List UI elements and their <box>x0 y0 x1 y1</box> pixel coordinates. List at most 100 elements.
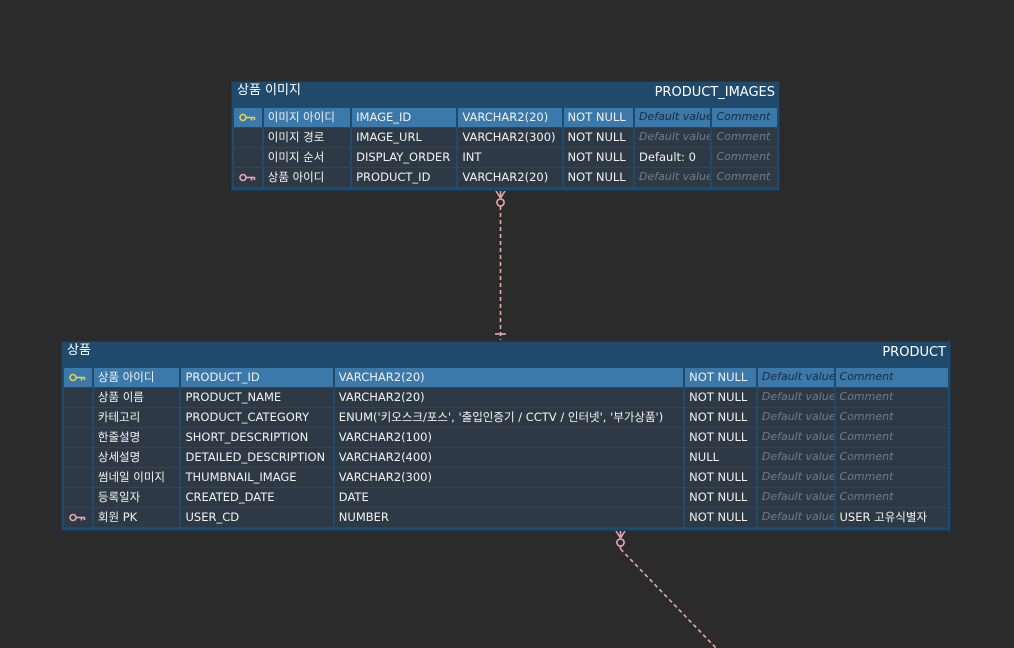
nullable-cell[interactable]: NOT NULL <box>563 108 634 127</box>
physical-name-cell[interactable]: USER_CD <box>181 508 333 527</box>
nullable-cell[interactable]: NOT NULL <box>685 468 756 487</box>
default-value-cell[interactable]: Default value <box>757 508 834 527</box>
column-row[interactable]: 상품 아이디 PRODUCT_ID VARCHAR2(20) NOT NULL Defa… <box>64 368 948 388</box>
default-value-cell[interactable]: Default: 0 <box>635 148 711 167</box>
data-type-cell[interactable]: VARCHAR2(20) <box>334 368 684 387</box>
physical-name-cell[interactable]: SHORT_DESCRIPTION <box>181 428 333 447</box>
physical-name-cell[interactable]: IMAGE_URL <box>352 128 457 147</box>
data-type-cell[interactable]: VARCHAR2(100) <box>334 428 684 447</box>
key-cell[interactable] <box>64 428 92 447</box>
comment-cell[interactable]: USER 고유식별자 <box>835 508 948 527</box>
default-value-cell[interactable]: Default value <box>757 448 834 467</box>
logical-name-cell[interactable]: 이미지 아이디 <box>263 108 351 127</box>
comment-cell[interactable]: Comment <box>712 108 777 127</box>
key-cell[interactable] <box>234 108 262 127</box>
column-row[interactable]: 상품 아이디 PRODUCT_ID VARCHAR2(20) NOT NULL Defa… <box>234 168 777 188</box>
data-type-cell[interactable]: NUMBER <box>334 508 684 527</box>
data-type-cell[interactable]: VARCHAR2(400) <box>334 448 684 467</box>
logical-name-cell[interactable]: 상품 아이디 <box>93 368 180 387</box>
comment-cell[interactable]: Comment <box>712 168 777 187</box>
entity-header[interactable]: 상품 PRODUCT <box>62 342 950 368</box>
comment-cell[interactable]: Comment <box>835 448 948 467</box>
column-row[interactable]: 이미지 순서 DISPLAY_ORDER INT NOT NULL Default: 0… <box>234 148 777 168</box>
nullable-cell[interactable]: NOT NULL <box>563 168 634 187</box>
key-cell[interactable] <box>234 128 262 147</box>
logical-name-cell[interactable]: 등록일자 <box>93 488 180 507</box>
entity-product[interactable]: 상품 PRODUCT 상품 아이디 PRODUCT_ID VARCHAR2(20) N… <box>61 341 951 531</box>
entity-product-images[interactable]: 상품 이미지 PRODUCT_IMAGES 이미지 아이디 IMAGE_ID VAR… <box>231 81 780 191</box>
column-row[interactable]: 상품 이름 PRODUCT_NAME VARCHAR2(20) NOT NULL Def… <box>64 388 948 408</box>
default-value-cell[interactable]: Default value <box>757 408 834 427</box>
data-type-cell[interactable]: DATE <box>334 488 684 507</box>
default-value-cell[interactable]: Default value <box>757 468 834 487</box>
default-value-cell[interactable]: Default value <box>757 428 834 447</box>
key-cell[interactable] <box>234 168 262 187</box>
default-value-cell[interactable]: Default value <box>757 488 834 507</box>
column-row[interactable]: 이미지 아이디 IMAGE_ID VARCHAR2(20) NOT NULL Defau… <box>234 108 777 128</box>
default-value-cell[interactable]: Default value <box>757 368 834 387</box>
comment-cell[interactable]: Comment <box>835 388 948 407</box>
key-cell[interactable] <box>64 468 92 487</box>
nullable-cell[interactable]: NOT NULL <box>563 148 634 167</box>
column-row[interactable]: 등록일자 CREATED_DATE DATE NOT NULL Default valu… <box>64 488 948 508</box>
nullable-cell[interactable]: NOT NULL <box>685 488 756 507</box>
default-value-cell[interactable]: Default value <box>757 388 834 407</box>
physical-name-cell[interactable]: DETAILED_DESCRIPTION <box>181 448 333 467</box>
physical-name-cell[interactable]: IMAGE_ID <box>352 108 457 127</box>
comment-cell[interactable]: Comment <box>712 148 777 167</box>
comment-cell[interactable]: Comment <box>835 468 948 487</box>
column-row[interactable]: 썸네일 이미지 THUMBNAIL_IMAGE VARCHAR2(300) NOT N… <box>64 468 948 488</box>
nullable-cell[interactable]: NULL <box>685 448 756 467</box>
physical-name-cell[interactable]: PRODUCT_ID <box>352 168 457 187</box>
entity-header[interactable]: 상품 이미지 PRODUCT_IMAGES <box>232 82 779 108</box>
physical-name-cell[interactable]: PRODUCT_NAME <box>181 388 333 407</box>
nullable-cell[interactable]: NOT NULL <box>563 128 634 147</box>
relation-product-user[interactable] <box>615 530 717 648</box>
logical-name-cell[interactable]: 상세설명 <box>93 448 180 467</box>
default-value-cell[interactable]: Default value <box>635 128 711 147</box>
nullable-cell[interactable]: NOT NULL <box>685 368 756 387</box>
data-type-cell[interactable]: VARCHAR2(300) <box>334 468 684 487</box>
column-row[interactable]: 한줄설명 SHORT_DESCRIPTION VARCHAR2(100) NOT NU… <box>64 428 948 448</box>
comment-cell[interactable]: Comment <box>835 408 948 427</box>
physical-name-cell[interactable]: PRODUCT_CATEGORY <box>181 408 333 427</box>
physical-name-cell[interactable]: CREATED_DATE <box>181 488 333 507</box>
logical-name-cell[interactable]: 이미지 경로 <box>263 128 351 147</box>
key-cell[interactable] <box>64 508 92 527</box>
column-row[interactable]: 카테고리 PRODUCT_CATEGORY ENUM('키오스크/포스', '출입인… <box>64 408 948 428</box>
logical-name-cell[interactable]: 상품 이름 <box>93 388 180 407</box>
data-type-cell[interactable]: VARCHAR2(20) <box>458 108 562 127</box>
default-value-cell[interactable]: Default value <box>635 168 711 187</box>
physical-name-cell[interactable]: THUMBNAIL_IMAGE <box>181 468 333 487</box>
key-cell[interactable] <box>234 148 262 167</box>
key-cell[interactable] <box>64 448 92 467</box>
logical-name-cell[interactable]: 한줄설명 <box>93 428 180 447</box>
column-row[interactable]: 회원 PK USER_CD NUMBER NOT NULL Default value U… <box>64 508 948 528</box>
data-type-cell[interactable]: VARCHAR2(300) <box>458 128 562 147</box>
comment-cell[interactable]: Comment <box>835 428 948 447</box>
data-type-cell[interactable]: VARCHAR2(20) <box>334 388 684 407</box>
key-cell[interactable] <box>64 368 92 387</box>
physical-name-cell[interactable]: PRODUCT_ID <box>181 368 333 387</box>
logical-name-cell[interactable]: 이미지 순서 <box>263 148 351 167</box>
relation-product-images-product[interactable] <box>495 190 506 340</box>
comment-cell[interactable]: Comment <box>835 368 948 387</box>
default-value-cell[interactable]: Default value <box>635 108 711 127</box>
nullable-cell[interactable]: NOT NULL <box>685 388 756 407</box>
column-row[interactable]: 이미지 경로 IMAGE_URL VARCHAR2(300) NOT NULL Defa… <box>234 128 777 148</box>
physical-name-cell[interactable]: DISPLAY_ORDER <box>352 148 457 167</box>
key-cell[interactable] <box>64 388 92 407</box>
logical-name-cell[interactable]: 회원 PK <box>93 508 180 527</box>
logical-name-cell[interactable]: 카테고리 <box>93 408 180 427</box>
data-type-cell[interactable]: INT <box>458 148 562 167</box>
data-type-cell[interactable]: ENUM('키오스크/포스', '출입인증기 / CCTV / 인터넷', '부… <box>334 408 684 427</box>
key-cell[interactable] <box>64 408 92 427</box>
logical-name-cell[interactable]: 상품 아이디 <box>263 168 351 187</box>
comment-cell[interactable]: Comment <box>712 128 777 147</box>
key-cell[interactable] <box>64 488 92 507</box>
logical-name-cell[interactable]: 썸네일 이미지 <box>93 468 180 487</box>
data-type-cell[interactable]: VARCHAR2(20) <box>458 168 562 187</box>
nullable-cell[interactable]: NOT NULL <box>685 408 756 427</box>
column-row[interactable]: 상세설명 DETAILED_DESCRIPTION VARCHAR2(400) NUL… <box>64 448 948 468</box>
nullable-cell[interactable]: NOT NULL <box>685 428 756 447</box>
